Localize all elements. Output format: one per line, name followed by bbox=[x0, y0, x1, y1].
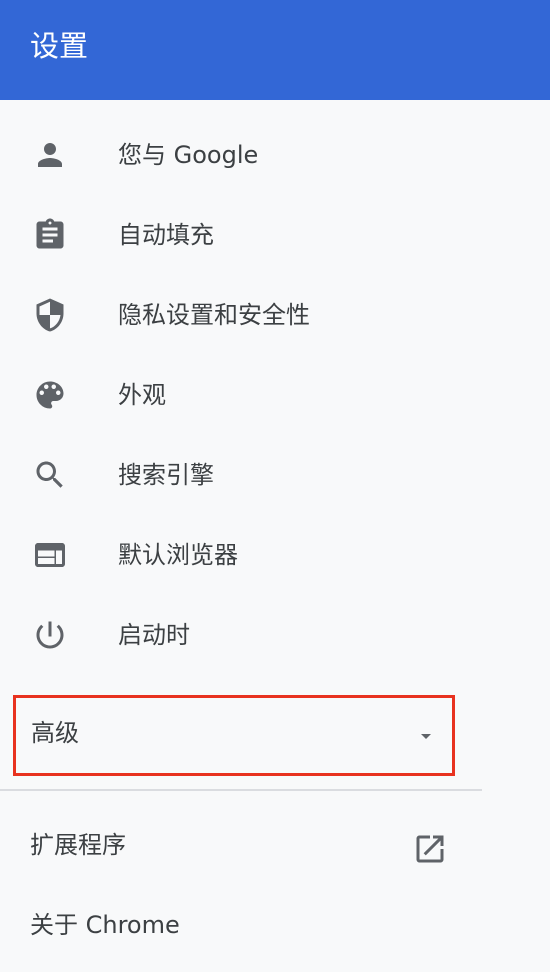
menu-item-about-chrome[interactable]: 关于 Chrome bbox=[0, 885, 482, 965]
advanced-menu-toggle[interactable]: 高级 bbox=[13, 695, 455, 776]
open-in-new-icon bbox=[412, 831, 448, 867]
clipboard-icon bbox=[32, 217, 68, 253]
menu-item-label: 外观 bbox=[118, 381, 166, 409]
menu-item-label: 默认浏览器 bbox=[118, 541, 238, 569]
menu-divider bbox=[0, 789, 482, 791]
caret-down-icon bbox=[414, 724, 438, 748]
browser-window-icon bbox=[32, 537, 68, 573]
person-icon bbox=[32, 137, 68, 173]
menu-item-appearance[interactable]: 外观 bbox=[0, 355, 482, 435]
menu-item-on-startup[interactable]: 启动时 bbox=[0, 595, 482, 675]
menu-item-extensions[interactable]: 扩展程序 bbox=[0, 805, 482, 885]
menu-item-label: 启动时 bbox=[118, 621, 190, 649]
extensions-label: 扩展程序 bbox=[30, 831, 126, 859]
menu-item-privacy-security[interactable]: 隐私设置和安全性 bbox=[0, 275, 482, 355]
power-icon bbox=[32, 617, 68, 653]
settings-sidebar-menu: 您与 Google 自动填充 隐私设置和安全性 外观 搜索引擎 默认浏览器 启动… bbox=[0, 100, 550, 972]
settings-header: 设置 bbox=[0, 0, 550, 100]
advanced-label: 高级 bbox=[31, 719, 79, 747]
shield-icon bbox=[32, 297, 68, 333]
menu-item-label: 您与 Google bbox=[118, 141, 259, 169]
menu-item-label: 隐私设置和安全性 bbox=[118, 301, 310, 329]
menu-item-autofill[interactable]: 自动填充 bbox=[0, 195, 482, 275]
palette-icon bbox=[32, 377, 68, 413]
menu-item-label: 搜索引擎 bbox=[118, 461, 214, 489]
search-icon bbox=[32, 457, 68, 493]
page-title: 设置 bbox=[30, 29, 89, 63]
about-chrome-label: 关于 Chrome bbox=[30, 911, 180, 939]
menu-item-you-and-google[interactable]: 您与 Google bbox=[0, 115, 482, 195]
menu-item-search-engine[interactable]: 搜索引擎 bbox=[0, 435, 482, 515]
menu-item-label: 自动填充 bbox=[118, 221, 214, 249]
menu-item-default-browser[interactable]: 默认浏览器 bbox=[0, 515, 482, 595]
